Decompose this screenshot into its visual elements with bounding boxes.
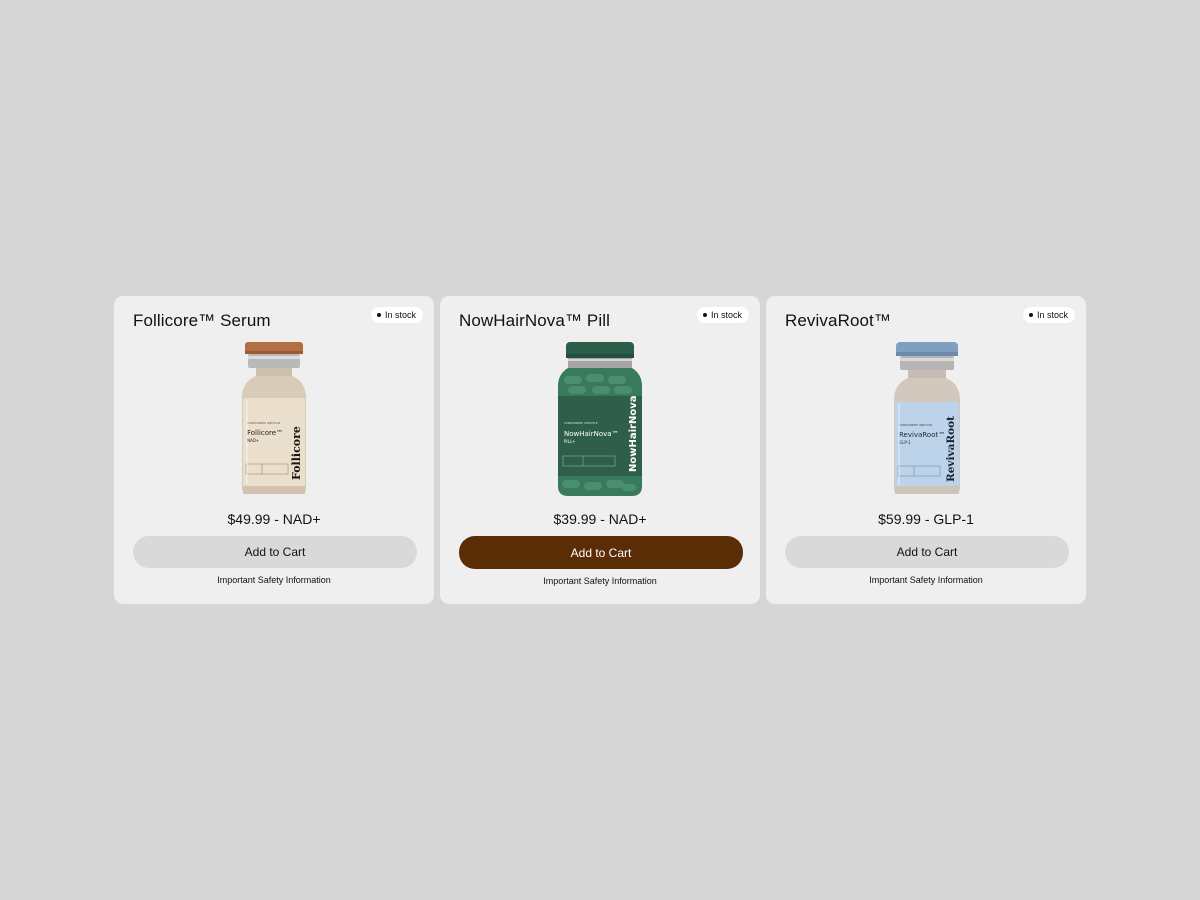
product-card-revivaroot[interactable]: RevivaRoot™ In stock COMPOUNDED INJECTIO… (766, 296, 1086, 604)
product-title: NowHairNova™ Pill (459, 311, 610, 330)
label-side-text: NowHairNova (628, 396, 639, 472)
label-top-text: COMPOUNDED INJECTION (899, 423, 932, 427)
product-card-follicore[interactable]: Follicore™ Serum In stock COMPOUNDED INJ… (114, 296, 434, 604)
label-name-text: NowHairNova™ (564, 430, 619, 438)
product-image: COMPOUNDED INJECTION Follicore™ NAD+ Fol… (114, 340, 434, 502)
add-to-cart-button[interactable]: Add to Cart (785, 536, 1069, 568)
label-top-text: COMPOUNDED INJECTION (247, 421, 280, 425)
stock-badge-label: In stock (710, 310, 742, 320)
status-dot-icon (376, 313, 381, 317)
label-side-text: RevivaRoot (945, 416, 957, 482)
product-image: COMPOUNDED IN BOTTLE NowHairNova™ PILL+ … (440, 340, 760, 502)
product-title: RevivaRoot™ (785, 311, 891, 330)
pill-bottle-image: COMPOUNDED IN BOTTLE NowHairNova™ PILL+ … (558, 342, 642, 496)
label-side-text: Follicore (290, 426, 303, 480)
add-to-cart-button[interactable]: Add to Cart (133, 536, 417, 568)
safety-info-link[interactable]: Important Safety Information (766, 575, 1086, 585)
status-dot-icon (1028, 313, 1033, 317)
stock-badge: In stock (1022, 307, 1075, 323)
product-cards: Follicore™ Serum In stock COMPOUNDED INJ… (114, 296, 1086, 604)
add-to-cart-button[interactable]: Add to Cart (459, 536, 743, 569)
status-dot-icon (702, 313, 707, 317)
safety-info-link[interactable]: Important Safety Information (114, 575, 434, 585)
stock-badge-label: In stock (1036, 310, 1068, 320)
stock-badge-label: In stock (384, 310, 416, 320)
label-sub-text: GLP-1 (899, 440, 911, 445)
product-price: $59.99 - GLP-1 (878, 511, 974, 527)
product-price: $49.99 - NAD+ (227, 511, 321, 527)
product-image: COMPOUNDED INJECTION RevivaRoot™ GLP-1 R… (766, 340, 1086, 502)
stock-badge: In stock (370, 307, 423, 323)
product-title: Follicore™ Serum (133, 311, 271, 330)
vial-image: COMPOUNDED INJECTION Follicore™ NAD+ Fol… (242, 342, 306, 494)
label-sub-text: NAD+ (247, 438, 259, 443)
vial-image: COMPOUNDED INJECTION RevivaRoot™ GLP-1 R… (894, 342, 960, 494)
label-name-text: RevivaRoot™ (899, 431, 945, 439)
stock-badge: In stock (696, 307, 749, 323)
product-price: $39.99 - NAD+ (553, 511, 647, 527)
safety-info-link[interactable]: Important Safety Information (440, 576, 760, 586)
product-card-nowhairnova[interactable]: NowHairNova™ Pill In stock COMPOUNDED IN… (440, 296, 760, 604)
label-top-text: COMPOUNDED IN BOTTLE (564, 421, 598, 425)
label-sub-text: PILL+ (564, 439, 575, 444)
label-name-text: Follicore™ (247, 429, 283, 437)
